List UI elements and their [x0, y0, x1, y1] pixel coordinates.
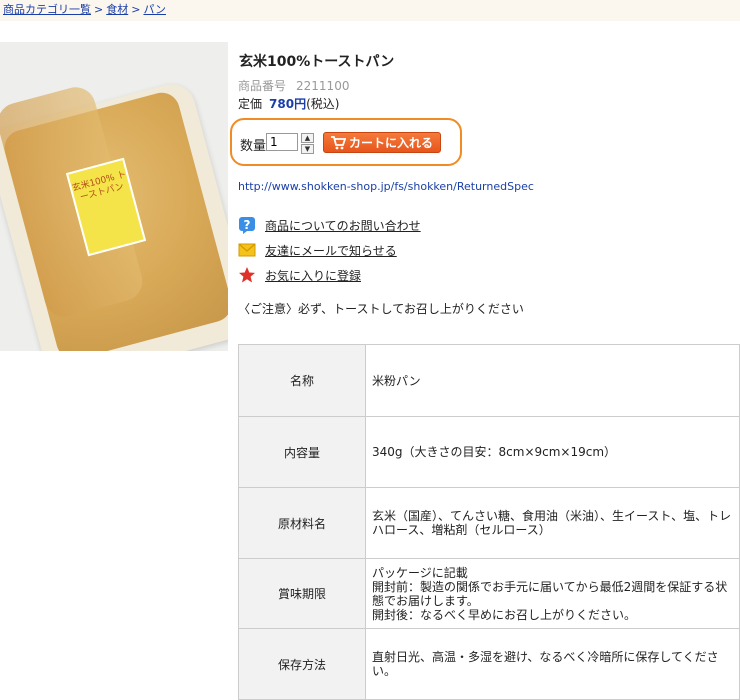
table-row: 保存方法 直射日光、高温・多湿を避け、なるべく冷暗所に保存してください。 — [238, 628, 740, 700]
caution-note: 〈ご注意〉必ず、トーストしてお召し上がりください — [238, 302, 524, 316]
stepper-up-icon[interactable]: ▲ — [301, 133, 314, 143]
quantity-input[interactable] — [266, 133, 298, 151]
table-row: 名称 米粉パン — [238, 344, 740, 417]
spec-name: 賞味期限 — [238, 558, 366, 629]
breadcrumb-item-food[interactable]: 食材 — [106, 3, 128, 16]
product-title: 玄米100%トーストパン — [239, 54, 395, 70]
spec-value: パッケージに記載 開封前：製造の関係でお手元に届いてから最低2週間を保証する状態… — [365, 558, 740, 629]
price-row: 定価 780円(税込) — [238, 95, 339, 112]
question-icon: ? — [239, 217, 255, 234]
star-icon — [239, 267, 255, 283]
svg-text:?: ? — [244, 218, 251, 232]
breadcrumb-separator: > — [131, 3, 141, 16]
cart-icon — [331, 136, 346, 150]
price-value: 780円 — [269, 97, 307, 111]
breadcrumb: 商品カテゴリ一覧 > 食材 > パン — [0, 0, 740, 21]
mail-icon — [238, 243, 256, 257]
product-image: 玄米100% トーストパン — [0, 42, 228, 351]
inquiry-link[interactable]: 商品についてのお問い合わせ — [265, 217, 421, 234]
add-favorite-link[interactable]: お気に入りに登録 — [265, 267, 361, 284]
quantity-stepper[interactable]: ▲ ▼ — [301, 133, 314, 154]
spec-table: 名称 米粉パン 内容量 340g（大きさの目安：8cm×9cm×19cm） 原材… — [238, 344, 740, 700]
return-policy-link[interactable]: http://www.shokken-shop.jp/fs/shokken/Re… — [238, 180, 534, 193]
sku-value: 2211100 — [296, 79, 350, 93]
quantity-label: 数量 — [240, 139, 267, 154]
spec-name: 原材料名 — [238, 487, 366, 559]
table-row: 内容量 340g（大きさの目安：8cm×9cm×19cm） — [238, 416, 740, 488]
spec-value: 340g（大きさの目安：8cm×9cm×19cm） — [365, 416, 740, 488]
spec-name: 保存方法 — [238, 628, 366, 700]
breadcrumb-separator: > — [94, 3, 104, 16]
price-label: 定価 — [238, 97, 263, 111]
breadcrumb-item-bread[interactable]: パン — [143, 3, 166, 16]
tell-friend-link[interactable]: 友達にメールで知らせる — [265, 242, 397, 259]
spec-value: 米粉パン — [365, 344, 740, 417]
tax-note: (税込) — [306, 97, 340, 111]
spec-value: 玄米（国産）、てんさい糖、食用油（米油）、生イースト、塩、トレハロース、増粘剤（… — [365, 487, 740, 559]
stepper-down-icon[interactable]: ▼ — [301, 144, 314, 154]
sku-label: 商品番号 — [238, 79, 287, 93]
spec-name: 名称 — [238, 344, 366, 417]
table-row: 原材料名 玄米（国産）、てんさい糖、食用油（米油）、生イースト、塩、トレハロース… — [238, 487, 740, 559]
product-sku: 商品番号 2211100 — [238, 77, 349, 94]
breadcrumb-item-categories[interactable]: 商品カテゴリ一覧 — [3, 3, 91, 16]
add-to-cart-button[interactable]: カートに入れる — [323, 132, 441, 153]
add-to-cart-label: カートに入れる — [349, 136, 434, 150]
spec-name: 内容量 — [238, 416, 366, 488]
table-row: 賞味期限 パッケージに記載 開封前：製造の関係でお手元に届いてから最低2週間を保… — [238, 558, 740, 629]
spec-value: 直射日光、高温・多湿を避け、なるべく冷暗所に保存してください。 — [365, 628, 740, 700]
